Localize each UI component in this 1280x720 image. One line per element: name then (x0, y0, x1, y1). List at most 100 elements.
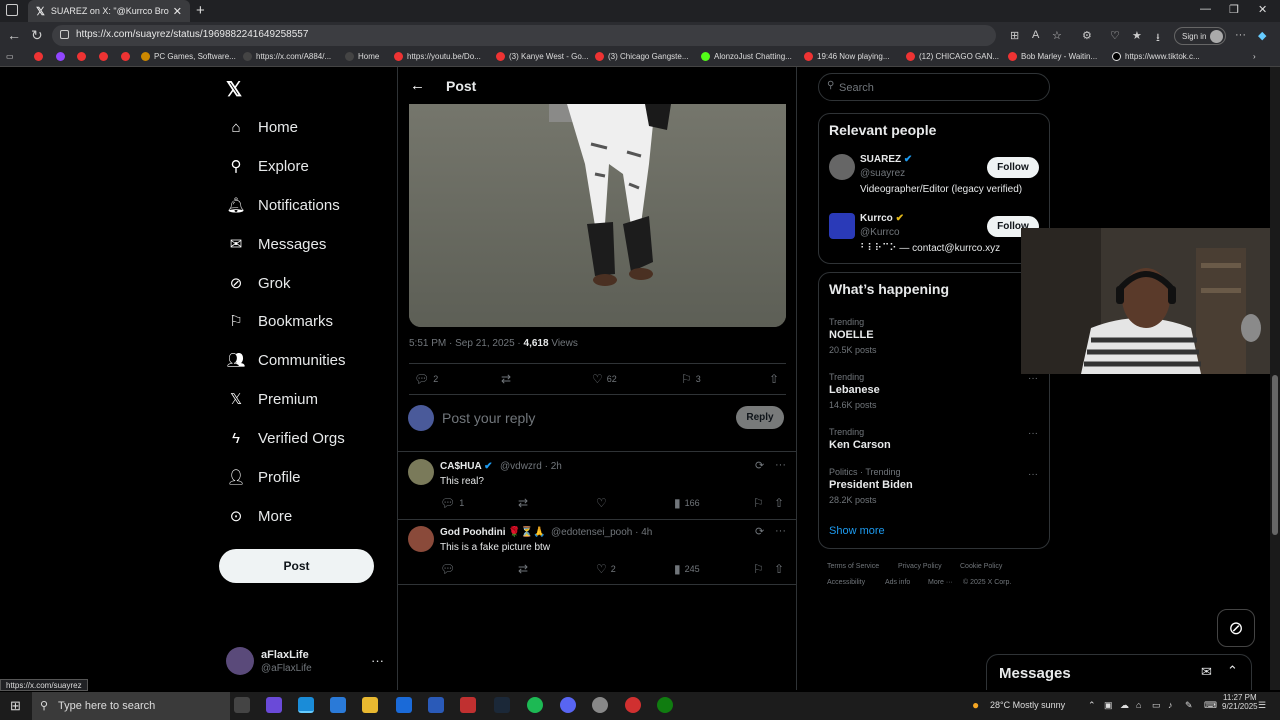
minimize-icon[interactable]: — (1200, 3, 1211, 15)
bookmark-action[interactable]: ⚐ (753, 496, 768, 510)
maximize-icon[interactable]: ❐ (1229, 3, 1239, 16)
more-icon[interactable]: ··· (371, 653, 384, 668)
reply-action[interactable]: 💬︎ 2 (414, 372, 438, 386)
new-tab-button[interactable]: + (196, 2, 205, 19)
app-icon[interactable] (625, 697, 641, 713)
like-action[interactable]: ♡ (596, 496, 611, 510)
mail-app-icon[interactable] (396, 697, 412, 713)
repost-action[interactable]: ⇄ (501, 372, 515, 386)
favorite-star-icon[interactable]: ☆ (1052, 29, 1062, 42)
notifications-icon[interactable]: ☰ (1258, 700, 1266, 711)
bookmark-action[interactable]: ⚐ 3 (681, 372, 701, 386)
nav-notifications[interactable]: 🔔︎ Notifications (226, 195, 339, 215)
bookmark-item[interactable]: (12) CHICAGO GAN... (906, 52, 999, 61)
bookmark-action[interactable]: ⚐ (753, 562, 768, 576)
network-icon[interactable]: ⌂ (1136, 700, 1141, 710)
more-icon[interactable]: ··· (775, 525, 786, 537)
footer-link[interactable]: Privacy Policy (898, 563, 942, 570)
reply-author[interactable]: CA$HUA ✔ (440, 461, 492, 472)
nav-premium[interactable]: 𝕏 Premium (226, 389, 318, 409)
expand-icon[interactable]: ⌃ (1227, 663, 1238, 679)
views-action[interactable]: ▮ 166 (674, 496, 700, 510)
steam-icon[interactable] (494, 697, 510, 713)
more-icon[interactable]: ··· (1028, 373, 1038, 384)
nav-communities[interactable]: 👥︎ Communities (226, 350, 345, 370)
footer-link[interactable]: Cookie Policy (960, 563, 1002, 570)
bookmark-item[interactable]: (3) Kanye West - Go... (496, 52, 588, 61)
nav-messages[interactable]: ✉ Messages (226, 234, 327, 254)
reply-button[interactable]: Reply (736, 406, 784, 429)
site-info-icon[interactable] (60, 30, 69, 39)
close-window-icon[interactable]: ✕ (1258, 3, 1267, 16)
battery-icon[interactable]: ▭ (1152, 700, 1161, 711)
language-icon[interactable]: ⌨ (1204, 700, 1217, 711)
nav-bookmarks[interactable]: ⚐ Bookmarks (226, 311, 333, 331)
task-view-icon[interactable] (234, 697, 250, 713)
back-arrow-icon[interactable]: ← (410, 77, 425, 94)
settings-more-icon[interactable]: ··· (1235, 29, 1246, 41)
grok-analyze-icon[interactable]: ⟳ (755, 525, 764, 538)
show-more-link[interactable]: Show more (829, 525, 885, 537)
reply-action[interactable]: 💬︎ 1 (440, 496, 464, 510)
app-available-icon[interactable]: ⊞ (1010, 29, 1019, 42)
windows-start-icon[interactable]: ⊞ (10, 698, 21, 714)
footer-link[interactable]: Accessibility (827, 579, 865, 586)
bookmark-item[interactable]: https://x.com/A884/... (243, 52, 331, 61)
bookmark-item[interactable]: (3) Chicago Gangste... (595, 52, 688, 61)
copilot-app-icon[interactable] (266, 697, 282, 713)
downloads-icon[interactable]: ⭳ (1156, 29, 1160, 48)
post-button[interactable]: Post (219, 549, 374, 583)
tray-overflow-icon[interactable]: ⌃ (1088, 700, 1096, 711)
bookmark-item[interactable]: Bob Marley - Waitin... (1008, 52, 1097, 61)
bookmark-youtube-icon[interactable] (34, 52, 47, 61)
footer-link[interactable]: Terms of Service (827, 563, 879, 570)
browser-essentials-icon[interactable]: ♡ (1110, 29, 1120, 42)
read-aloud-icon[interactable]: A (1032, 29, 1039, 41)
pen-icon[interactable]: ✎ (1185, 700, 1193, 711)
bookmarks-overflow-icon[interactable]: › (1253, 52, 1256, 61)
copilot-icon[interactable]: ◆ (1258, 29, 1266, 42)
extensions-icon[interactable]: ⚙ (1082, 29, 1092, 42)
app-icon[interactable] (592, 697, 608, 713)
repost-action[interactable]: ⇄ (518, 496, 532, 510)
bookmark-item[interactable]: 19:46 Now playing... (804, 52, 890, 61)
taskbar-search[interactable]: ⚲ Type here to search (32, 692, 230, 720)
reply-action[interactable]: 💬︎ (440, 562, 459, 576)
file-explorer-icon[interactable] (362, 697, 378, 713)
favorites-icon[interactable]: ★ (1132, 29, 1142, 42)
nav-verified-orgs[interactable]: ϟ Verified Orgs (226, 428, 345, 448)
x-logo[interactable]: 𝕏 (226, 77, 242, 102)
app-icon[interactable] (460, 697, 476, 713)
nav-grok[interactable]: ⊘ Grok (226, 273, 291, 293)
address-bar[interactable]: https://x.com/suayrez/status/19698822416… (52, 25, 996, 46)
tray-icon[interactable]: ☁ (1120, 700, 1129, 711)
views-action[interactable]: ▮ 245 (674, 562, 700, 576)
reply-input[interactable]: Post your reply (442, 410, 535, 426)
footer-link[interactable]: Ads info (885, 579, 910, 586)
back-icon[interactable]: ← (7, 27, 21, 43)
scrollbar-thumb[interactable] (1272, 375, 1278, 535)
bookmark-item[interactable]: AlonzoJust Chatting... (701, 52, 792, 61)
like-action[interactable]: ♡ 62 (592, 372, 617, 386)
apps-icon[interactable]: ▭ (6, 52, 14, 61)
reply-author[interactable]: God Poohdini 🌹⏳🙏 (440, 527, 546, 538)
browser-tab[interactable]: 𝕏 SUAREZ on X: "@Kurrco Bro neve ✕ (28, 0, 190, 22)
nav-explore[interactable]: ⚲ Explore (226, 156, 309, 176)
store-icon[interactable] (330, 697, 346, 713)
messages-drawer[interactable]: Messages ✉ ⌃ (986, 654, 1252, 690)
bookmark-item[interactable]: PC Games, Software... (141, 52, 236, 61)
bookmark-youtube-icon[interactable] (99, 52, 112, 61)
footer-link[interactable]: More ··· (928, 579, 953, 586)
xbox-icon[interactable] (657, 697, 673, 713)
search-input[interactable]: ⚲ Search (818, 73, 1050, 101)
bookmark-youtube-icon[interactable] (77, 52, 90, 61)
bookmark-item[interactable]: https://www.tiktok.c... (1112, 52, 1200, 61)
repost-action[interactable]: ⇄ (518, 562, 532, 576)
sign-in-button[interactable]: Sign in (1174, 27, 1226, 45)
share-action[interactable]: ⇧ (774, 562, 788, 576)
clock[interactable]: 11:27 PM 9/21/2025 (1222, 693, 1258, 711)
post-timestamp[interactable]: 5:51 PM · Sep 21, 2025 · (409, 338, 524, 349)
more-icon[interactable]: ··· (775, 459, 786, 471)
grok-floating-button[interactable]: ⊘ (1217, 609, 1255, 647)
bookmark-twitch-icon[interactable] (56, 52, 69, 61)
